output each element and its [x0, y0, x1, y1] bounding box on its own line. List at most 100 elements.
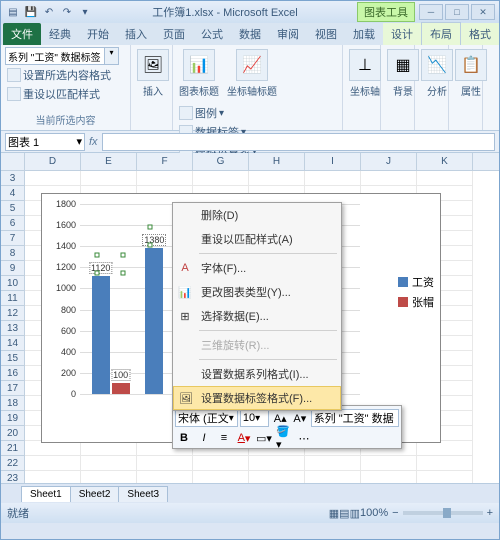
tab-page[interactable]: 页面: [155, 23, 193, 45]
selection-handle[interactable]: [94, 270, 99, 275]
row-header[interactable]: 22: [1, 456, 25, 471]
selection-handle[interactable]: [94, 252, 99, 257]
row-header[interactable]: 4: [1, 186, 25, 201]
tab-file[interactable]: 文件: [3, 23, 41, 45]
axis-title-button[interactable]: 📈坐标轴标题: [225, 47, 279, 100]
col-header[interactable]: F: [137, 153, 193, 170]
maximize-button[interactable]: □: [445, 4, 469, 20]
sheet-tab[interactable]: Sheet1: [21, 486, 71, 502]
row-header[interactable]: 8: [1, 246, 25, 261]
chart-bar[interactable]: [92, 276, 110, 394]
legend-button[interactable]: 图例 ▾: [177, 104, 259, 122]
row-header[interactable]: 17: [1, 381, 25, 396]
chart-bar[interactable]: [112, 383, 130, 394]
context-menu-item[interactable]: 删除(D): [173, 203, 341, 227]
tab-review[interactable]: 审阅: [269, 23, 307, 45]
zoom-level[interactable]: 100%: [360, 507, 388, 519]
row-header[interactable]: 16: [1, 366, 25, 381]
selection-handle[interactable]: [148, 243, 153, 248]
tab-formula[interactable]: 公式: [193, 23, 231, 45]
chevron-down-icon[interactable]: ▾: [105, 47, 119, 65]
data-label[interactable]: 1380: [142, 234, 166, 246]
sheet-tab[interactable]: Sheet2: [70, 486, 120, 502]
view-layout-icon[interactable]: ▤: [339, 507, 349, 520]
fx-icon[interactable]: fx: [89, 136, 98, 148]
chart-bar[interactable]: [145, 248, 163, 394]
tab-classic[interactable]: 经典: [41, 23, 79, 45]
view-normal-icon[interactable]: ▦: [329, 507, 339, 520]
format-selection-button[interactable]: 设置所选内容格式: [5, 66, 126, 84]
name-box[interactable]: 图表 1 ▾: [5, 133, 85, 151]
row-header[interactable]: 20: [1, 426, 25, 441]
context-menu-item[interactable]: 重设以匹配样式(A): [173, 227, 341, 251]
row-header[interactable]: 15: [1, 351, 25, 366]
row-header[interactable]: 11: [1, 291, 25, 306]
reset-style-button[interactable]: 重设以匹配样式: [5, 85, 126, 103]
chart-element-selector[interactable]: ▾: [5, 47, 126, 65]
selection-handle[interactable]: [120, 252, 125, 257]
row-header[interactable]: 13: [1, 321, 25, 336]
selection-handle[interactable]: [148, 225, 153, 230]
zoom-out-button[interactable]: −: [392, 507, 398, 519]
select-all-corner[interactable]: [1, 153, 25, 170]
context-menu-item[interactable]: 设置数据系列格式(I)...: [173, 362, 341, 386]
row-header[interactable]: 23: [1, 471, 25, 483]
sheet-tab[interactable]: Sheet3: [118, 486, 168, 502]
row-header[interactable]: 18: [1, 396, 25, 411]
row-header[interactable]: 14: [1, 336, 25, 351]
chart-element-input[interactable]: [5, 47, 105, 65]
row-header[interactable]: 3: [1, 171, 25, 186]
size-combo[interactable]: 10▾: [240, 409, 270, 427]
italic-button[interactable]: I: [195, 429, 213, 447]
axes-button[interactable]: ⊥坐标轴: [347, 47, 383, 100]
insert-button[interactable]: 🖼插入: [135, 47, 171, 100]
close-button[interactable]: ✕: [471, 4, 495, 20]
col-header[interactable]: K: [417, 153, 473, 170]
tab-view[interactable]: 视图: [307, 23, 345, 45]
row-header[interactable]: 6: [1, 216, 25, 231]
col-header[interactable]: I: [305, 153, 361, 170]
tab-insert[interactable]: 插入: [117, 23, 155, 45]
shrink-font-icon[interactable]: A▾: [291, 409, 309, 427]
zoom-slider[interactable]: [403, 511, 483, 515]
row-header[interactable]: 10: [1, 276, 25, 291]
col-header[interactable]: H: [249, 153, 305, 170]
chart-legend[interactable]: 工资 张帽: [398, 274, 434, 314]
data-label[interactable]: 1120: [89, 262, 112, 274]
col-header[interactable]: D: [25, 153, 81, 170]
font-combo[interactable]: 宋体 (正文▾: [175, 409, 238, 427]
row-header[interactable]: 21: [1, 441, 25, 456]
qat-dropdown-icon[interactable]: ▾: [77, 4, 93, 20]
border-button[interactable]: ▭▾: [255, 429, 273, 447]
row-header[interactable]: 19: [1, 411, 25, 426]
tab-home[interactable]: 开始: [79, 23, 117, 45]
properties-button[interactable]: 📋属性: [453, 47, 489, 100]
more-button[interactable]: ⋯: [295, 429, 313, 447]
save-icon[interactable]: 💾: [23, 4, 39, 20]
tab-format[interactable]: 格式: [461, 23, 499, 45]
context-menu-item[interactable]: 🖼设置数据标签格式(F)...: [173, 386, 341, 410]
fill-color-button[interactable]: 🪣▾: [275, 429, 293, 447]
align-button[interactable]: ≡: [215, 429, 233, 447]
view-break-icon[interactable]: ▥: [350, 507, 360, 520]
tab-design[interactable]: 设计: [383, 23, 421, 45]
context-menu-item[interactable]: ⊞选择数据(E)...: [173, 304, 341, 328]
col-header[interactable]: G: [193, 153, 249, 170]
row-header[interactable]: 7: [1, 231, 25, 246]
bold-button[interactable]: B: [175, 429, 193, 447]
row-header[interactable]: 5: [1, 201, 25, 216]
formula-input[interactable]: [102, 133, 495, 151]
minimize-button[interactable]: ─: [419, 4, 443, 20]
col-header[interactable]: J: [361, 153, 417, 170]
selection-handle[interactable]: [120, 270, 125, 275]
context-menu-item[interactable]: A字体(F)...: [173, 256, 341, 280]
chart-title-button[interactable]: 📊图表标题: [177, 47, 221, 100]
redo-icon[interactable]: ↷: [59, 4, 75, 20]
font-color-button[interactable]: A▾: [235, 429, 253, 447]
data-label[interactable]: 100: [111, 369, 130, 381]
tab-layout[interactable]: 布局: [421, 22, 461, 45]
undo-icon[interactable]: ↶: [41, 4, 57, 20]
tab-addins[interactable]: 加载: [345, 23, 383, 45]
series-combo[interactable]: 系列 "工资" 数据: [311, 409, 399, 427]
zoom-thumb[interactable]: [443, 508, 451, 518]
